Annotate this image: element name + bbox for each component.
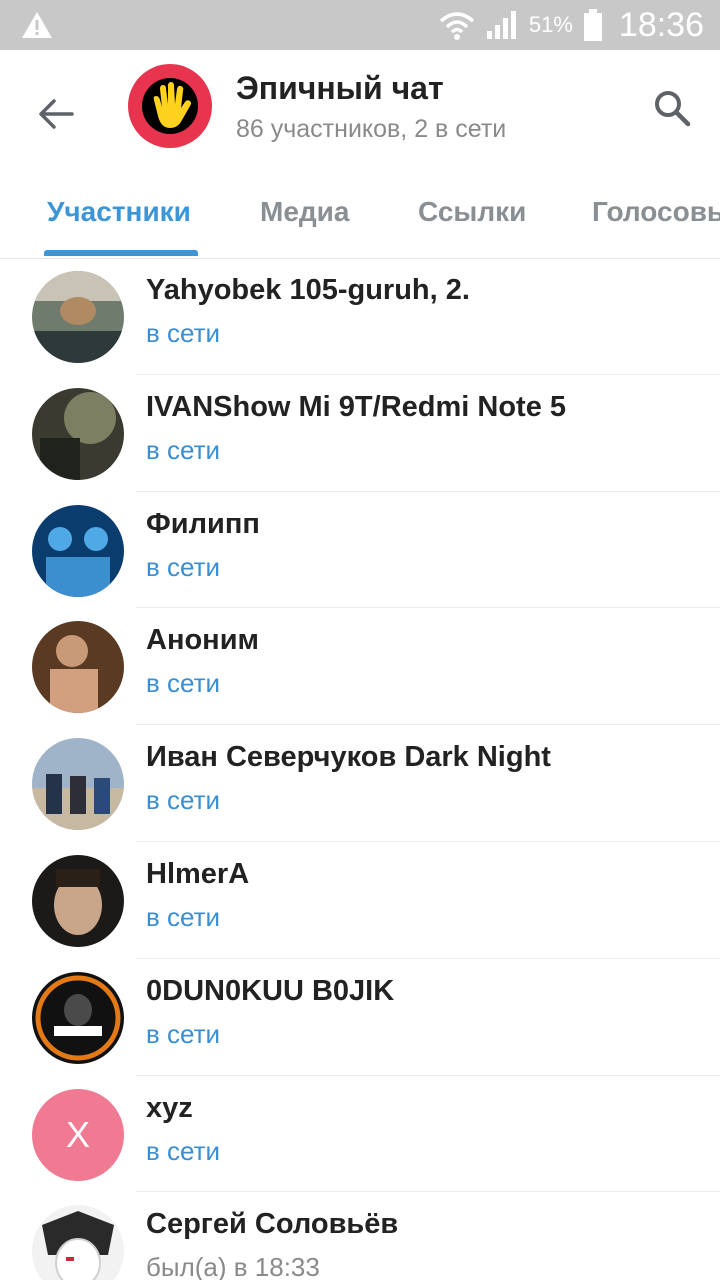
search-icon	[655, 91, 691, 127]
member-avatar	[32, 271, 124, 363]
active-tab-indicator	[44, 250, 198, 256]
member-row[interactable]: Аноним в сети	[0, 608, 720, 726]
member-avatar	[32, 621, 124, 714]
member-row[interactable]: HlmerA в сети	[0, 842, 720, 959]
member-row[interactable]: IVANShow Mi 9T/Redmi Note 5 в сети	[0, 375, 720, 492]
member-status: в сети	[146, 901, 221, 932]
status-bar: 51% 18:36	[0, 0, 720, 50]
member-row[interactable]: Yahyobek 105-guruh, 2. в сети	[0, 258, 720, 375]
member-row[interactable]: 0DUN0KUU B0JIK в сети	[0, 959, 720, 1076]
member-avatar	[32, 738, 124, 831]
status-bar-right: 51% 18:36	[439, 0, 704, 50]
member-status: в сети	[146, 668, 221, 699]
member-name: Филипп	[146, 507, 260, 540]
arrow-left-icon	[39, 99, 74, 129]
member-name: Yahyobek 105-guruh, 2.	[146, 274, 470, 306]
member-name: xyz	[146, 1091, 193, 1124]
member-status: в сети	[146, 1018, 221, 1049]
member-row[interactable]: Сергей Соловьёв был(а) в 18:33	[0, 1192, 720, 1280]
member-status: в сети	[146, 551, 221, 582]
members-list: Yahyobek 105-guruh, 2. в сети IVANShow M…	[0, 258, 720, 1280]
member-name: 0DUN0KUU B0JIK	[146, 974, 395, 1007]
member-avatar	[32, 387, 124, 480]
back-button[interactable]	[28, 86, 84, 142]
battery-icon	[583, 9, 602, 41]
member-status: в сети	[146, 785, 221, 816]
search-button[interactable]	[644, 80, 700, 136]
tab-members[interactable]: Участники	[47, 186, 191, 258]
tab-media[interactable]: Медиа	[260, 186, 349, 258]
member-avatar	[32, 854, 124, 947]
member-row[interactable]: Иван Северчуков Dark Night в сети	[0, 725, 720, 842]
wifi-icon	[439, 12, 475, 40]
signal-icon	[486, 11, 516, 39]
tab-voice[interactable]: Голосовые	[592, 186, 720, 258]
member-row[interactable]: X xyz в сети	[0, 1076, 720, 1193]
chat-title: Эпичный чат	[236, 70, 444, 106]
member-name: Аноним	[146, 624, 259, 657]
clock: 18:36	[618, 5, 704, 44]
chat-subtitle: 86 участников, 2 в сети	[236, 115, 507, 143]
member-status: в сети	[146, 1135, 221, 1166]
tab-links[interactable]: Ссылки	[418, 186, 526, 258]
member-avatar: X	[32, 1088, 124, 1181]
member-name: HlmerA	[146, 857, 250, 890]
member-avatar	[32, 971, 124, 1064]
member-name: Иван Северчуков Dark Night	[146, 741, 551, 774]
battery-percent: 51%	[528, 12, 573, 37]
member-status: в сети	[146, 434, 221, 465]
tab-bar: Участники Медиа Ссылки Голосовые	[0, 186, 720, 259]
member-name: IVANShow Mi 9T/Redmi Note 5	[146, 390, 567, 423]
raised-hand-icon	[142, 78, 198, 134]
member-status: в сети	[146, 318, 221, 348]
member-row[interactable]: Филипп в сети	[0, 492, 720, 609]
chat-avatar[interactable]	[128, 64, 212, 148]
member-avatar	[32, 504, 124, 597]
member-name: Сергей Соловьёв	[146, 1208, 399, 1241]
warning-icon	[22, 12, 52, 38]
member-avatar	[32, 1205, 124, 1280]
member-status: был(а) в 18:33	[146, 1252, 320, 1280]
